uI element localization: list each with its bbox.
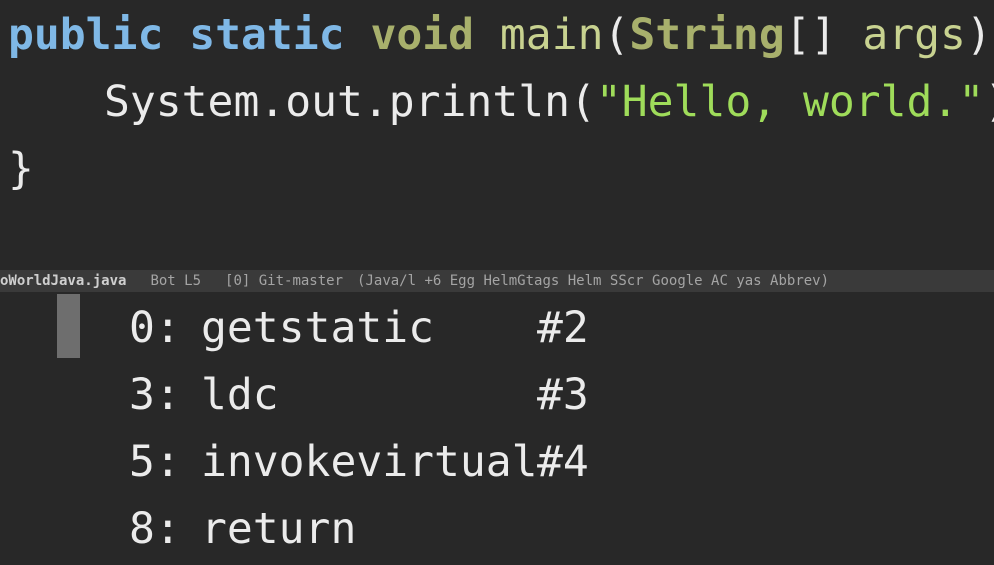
text-cursor: [57, 294, 80, 358]
bytecode-offset: 3:: [129, 370, 181, 420]
bytecode-opcode: ldc: [201, 370, 279, 420]
println-call: System.out.println(: [104, 77, 596, 127]
bytecode-offset: 8:: [129, 504, 181, 554]
mode-line-buffer-name[interactable]: oWorldJava.java: [0, 273, 126, 289]
java-source-pane[interactable]: public static void main(String[] args){ …: [0, 0, 994, 270]
mode-line-position: Bot L5: [150, 273, 202, 289]
bytecode-opcode: getstatic: [201, 303, 434, 353]
string-literal: "Hello, world.": [595, 77, 985, 127]
code-line-2: System.out.println("Hello, world.");: [8, 69, 994, 135]
bytecode-row: 0: getstatic #2: [129, 295, 589, 361]
code-line-1: public static void main(String[] args){: [8, 2, 994, 68]
bytecode-offset: 5:: [129, 437, 181, 487]
keyword-static: static: [189, 10, 345, 60]
bytecode-row: 8: return: [129, 496, 537, 562]
function-name-main: main: [499, 10, 604, 60]
bytecode-offset: 0:: [129, 303, 181, 353]
bytecode-opcode: invokevirtual: [201, 437, 538, 487]
bytecode-operand: #2: [537, 303, 589, 353]
bytecode-pane[interactable]: 0: getstatic #2 3: ldc #3 5: invokevirtual#4 …: [0, 292, 994, 565]
bytecode-operand: #3: [537, 370, 589, 420]
bytecode-row: 3: ldc #3: [129, 362, 589, 428]
code-line-3: }: [8, 136, 34, 202]
keyword-public: public: [8, 10, 164, 60]
type-string: String: [629, 10, 785, 60]
bytecode-operand: #4: [537, 437, 589, 487]
bytecode-opcode: return: [201, 504, 357, 554]
statement-terminator: );: [984, 77, 994, 127]
mode-line-modes[interactable]: (Java/l +6 Egg HelmGtags Helm SScr Googl…: [343, 273, 829, 289]
keyword-void: void: [370, 10, 475, 60]
parameter-args: args: [862, 10, 966, 60]
array-brackets: []: [784, 10, 863, 60]
paren-open: (: [603, 10, 630, 60]
mode-line[interactable]: oWorldJava.java Bot L5 [0] Git-master (Java…: [0, 270, 994, 292]
signature-close: ){: [965, 10, 994, 60]
bytecode-row: 5: invokevirtual#4: [129, 429, 589, 495]
mode-line-vcs[interactable]: [0] Git-master: [201, 273, 343, 289]
closing-brace: }: [8, 144, 34, 194]
